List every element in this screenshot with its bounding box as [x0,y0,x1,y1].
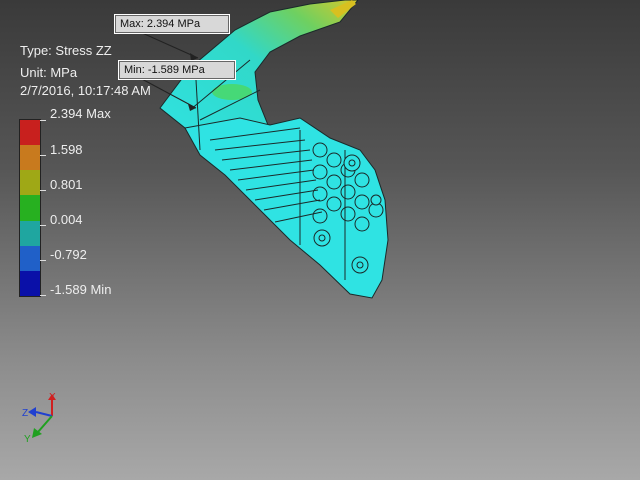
legend-tick [40,155,46,156]
z-axis-line [35,411,53,417]
legend-color-segment [20,120,40,146]
min-probe-label[interactable]: Min: -1.589 MPa [118,60,236,80]
legend-color-bar [19,119,41,297]
z-axis-arrow-icon [28,407,36,417]
axis-triad[interactable]: X Z Y [14,388,74,448]
legend-label: 0.004 [50,212,83,227]
max-leader-line [139,31,199,59]
legend-tick [40,120,46,121]
legend-color-segment [20,220,40,246]
legend-label: 1.598 [50,142,83,157]
legend-color-segment [20,145,40,171]
stress-model[interactable] [0,0,640,480]
legend-label-min: -1.589 Min [50,282,112,297]
legend-tick [40,260,46,261]
legend-tick [40,225,46,226]
legend-color-segment [20,170,40,196]
z-axis-label: Z [22,408,28,419]
y-axis-line [37,415,53,433]
result-type: Type: Stress ZZ [20,43,112,58]
graphics-viewport[interactable]: Type: Stress ZZ Unit: MPa 2/7/2016, 10:1… [0,0,640,480]
max-probe-label[interactable]: Max: 2.394 MPa [114,14,230,34]
legend-color-segment [20,245,40,271]
x-axis-label: X [49,392,56,403]
y-axis-label: Y [24,434,31,445]
result-timestamp: 2/7/2016, 10:17:48 AM [20,83,151,98]
legend-label: 0.801 [50,177,83,192]
legend-label-max: 2.394 Max [50,106,111,121]
legend-label: -0.792 [50,247,87,262]
result-unit: Unit: MPa [20,65,78,80]
legend-tick [40,190,46,191]
legend-tick [40,295,46,296]
legend-color-segment [20,195,40,221]
legend-color-segment [20,270,40,296]
